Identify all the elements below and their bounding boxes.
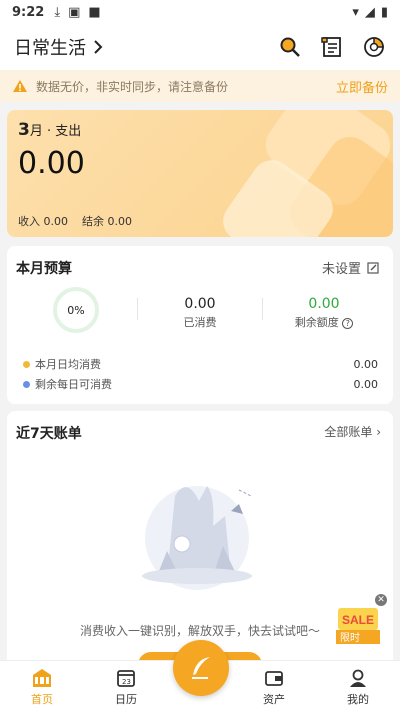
bill-list-icon[interactable] — [320, 35, 344, 59]
statistics-icon[interactable] — [362, 35, 386, 59]
tab-assets[interactable]: 资产 — [244, 667, 304, 707]
month-label: 3月 · 支出 — [18, 120, 81, 140]
budget-title: 本月预算 — [16, 261, 72, 277]
calendar-icon: 23 — [117, 670, 135, 687]
notice-text: 数据无价，非实时同步，请注意备份 — [36, 79, 229, 94]
wallet-icon — [265, 671, 283, 686]
search-icon[interactable] — [278, 35, 302, 59]
battery-icon: ▮ — [380, 4, 388, 20]
income-summary: 收入 0.00 — [18, 215, 68, 228]
remaining-label: 剩余额度 ? — [269, 314, 379, 330]
divider — [137, 298, 138, 320]
all-bills-link[interactable]: 全部账单 › — [324, 423, 381, 440]
quill-pen-icon — [192, 657, 210, 679]
monthly-summary-card[interactable]: 3月 · 支出 0.00 收入 0.00 结余 0.00 — [7, 110, 393, 237]
download-icon: ⤓ — [54, 4, 61, 20]
remaining-stat: 0.00 剩余额度 ? — [269, 296, 379, 330]
close-icon[interactable]: ✕ — [375, 594, 387, 606]
app-bar: 日常生活 — [0, 24, 400, 70]
divider — [262, 298, 263, 320]
setup-label: 未设置 — [321, 262, 361, 277]
app-notification-icon: ■ — [88, 4, 101, 20]
budget-setup-button[interactable]: 未设置 — [322, 258, 379, 277]
yellow-dot-icon — [23, 360, 30, 368]
add-record-button[interactable] — [173, 640, 229, 696]
chevron-right-icon: › — [376, 425, 381, 439]
spent-label: 已消费 — [183, 316, 217, 329]
budget-percent: 0% — [67, 303, 85, 317]
month-number: 3 — [18, 120, 30, 140]
remaining-value: 0.00 — [308, 296, 340, 312]
month-suffix: 月 · 支出 — [29, 124, 82, 139]
wifi-icon: ▾ — [352, 4, 359, 20]
tab-profile[interactable]: 我的 — [328, 667, 388, 707]
status-time: 9:22 — [12, 4, 45, 20]
home-icon — [33, 669, 51, 687]
edit-icon — [367, 261, 379, 274]
empty-illustration — [142, 486, 252, 590]
chevron-right-icon — [94, 40, 103, 54]
balance-summary: 结余 0.00 — [82, 215, 132, 228]
spent-value: 0.00 — [184, 296, 216, 312]
backup-notice: 数据无价，非实时同步，请注意备份 立即备份 — [0, 70, 400, 102]
help-icon[interactable]: ? — [342, 318, 354, 329]
recent-title: 近7天账单 — [16, 426, 82, 442]
sale-badge-text: 限时 — [340, 632, 360, 644]
tab-calendar[interactable]: 23 日历 — [96, 667, 156, 707]
backup-now-link[interactable]: 立即备份 — [336, 77, 388, 96]
book-selector[interactable]: 日常生活 — [14, 34, 104, 60]
daily-available-row: 剩余每日可消费 0.00 — [23, 376, 378, 392]
expense-amount: 0.00 — [18, 146, 85, 181]
daily-average-row: 本月日均消费 0.00 — [23, 356, 378, 372]
sale-badge[interactable]: SALE 限时 — [334, 600, 382, 646]
svg-text:SALE: SALE — [342, 613, 374, 627]
card-decoration — [223, 110, 393, 237]
profile-icon — [350, 669, 366, 687]
svg-text:23: 23 — [122, 678, 131, 686]
signal-icon: ◢ — [364, 4, 375, 20]
app-notification-icon: ▣ — [68, 4, 81, 20]
spent-stat: 0.00 已消费 — [145, 296, 255, 330]
status-bar: 9:22 ⤓ ▣ ■ ▾ ◢ ▮ — [0, 0, 400, 24]
book-name: 日常生活 — [14, 38, 86, 59]
warning-icon — [13, 80, 27, 92]
blue-dot-icon — [23, 380, 30, 388]
budget-card: 本月预算 未设置 0% 0.00 已消费 0.00 剩余额度 ? 本月日均消费 … — [7, 246, 393, 404]
tab-home[interactable]: 首页 — [12, 667, 72, 707]
